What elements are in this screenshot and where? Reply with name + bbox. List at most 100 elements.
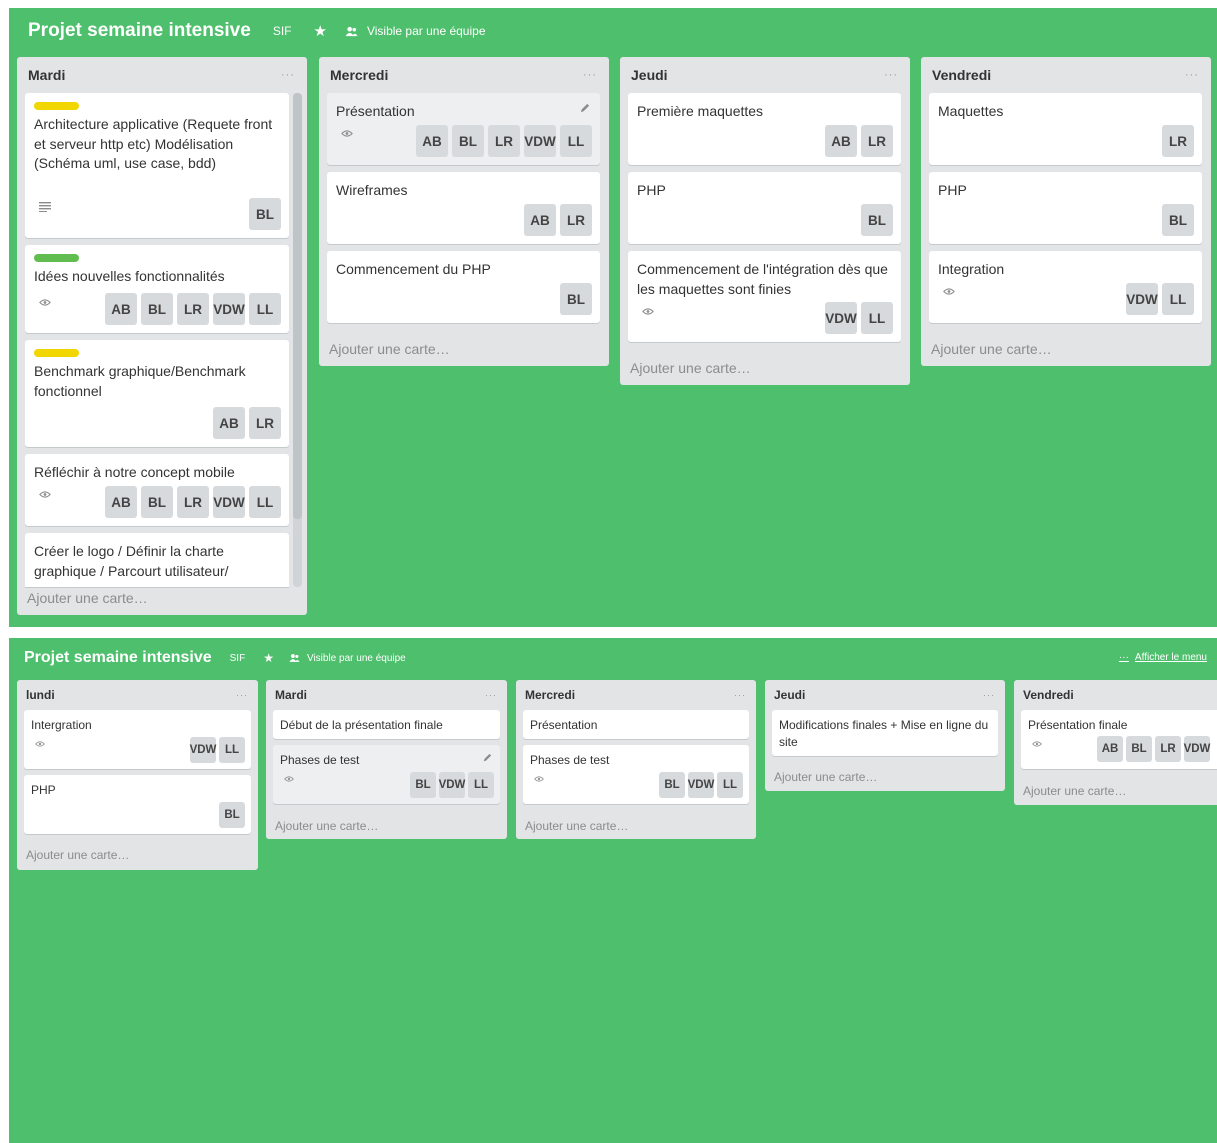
add-card-button[interactable]: Ajouter une carte… — [931, 341, 1052, 357]
member-avatar[interactable]: LR — [177, 293, 209, 325]
list-menu-icon[interactable]: ··· — [983, 690, 995, 700]
card[interactable]: Phases de test BL VDW LL — [273, 745, 500, 804]
member-avatar[interactable]: BL — [659, 772, 685, 798]
board-org-badge[interactable]: SIF — [273, 24, 292, 38]
list-title[interactable]: lundi — [26, 688, 55, 702]
member-avatar[interactable]: BL — [1126, 736, 1152, 762]
member-avatar[interactable]: VDW — [825, 302, 857, 334]
member-avatar[interactable]: LR — [249, 407, 281, 439]
add-card-button[interactable]: Ajouter une carte… — [1023, 784, 1126, 798]
list-menu-icon[interactable]: ··· — [485, 690, 497, 700]
visibility-button[interactable]: Visible par une équipe — [289, 653, 406, 664]
member-avatar[interactable]: BL — [861, 204, 893, 236]
list-menu-icon[interactable]: ··· — [734, 690, 746, 700]
card[interactable]: Maquettes LR — [929, 93, 1202, 165]
card[interactable]: Début de la présentation finale — [273, 710, 500, 739]
card[interactable]: Présentation — [523, 710, 749, 739]
card[interactable]: Wireframes AB LR — [327, 172, 600, 244]
card[interactable]: Phases de test BL VDW LL — [523, 745, 749, 804]
list-menu-icon[interactable]: ··· — [236, 690, 248, 700]
member-avatar[interactable]: LL — [468, 772, 494, 798]
card[interactable]: Intergration VDW LL — [24, 710, 251, 769]
card[interactable]: PHP BL — [929, 172, 1202, 244]
list-title[interactable]: Vendredi — [932, 67, 991, 83]
member-avatar[interactable]: AB — [105, 486, 137, 518]
scrollbar-thumb[interactable] — [293, 93, 302, 519]
member-avatar[interactable]: VDW — [688, 772, 714, 798]
member-avatar[interactable]: LR — [488, 125, 520, 157]
member-avatar[interactable]: VDW — [213, 293, 245, 325]
member-avatar[interactable]: LR — [177, 486, 209, 518]
member-avatar[interactable]: LL — [249, 486, 281, 518]
member-avatar[interactable]: BL — [249, 198, 281, 230]
card[interactable]: Modifications finales + Mise en ligne du… — [772, 710, 998, 756]
member-avatar[interactable]: LL — [717, 772, 743, 798]
member-avatar[interactable]: VDW — [1126, 283, 1158, 315]
member-avatar[interactable]: BL — [1162, 204, 1194, 236]
star-icon[interactable]: ★ — [263, 651, 274, 665]
add-card-button[interactable]: Ajouter une carte… — [27, 590, 148, 606]
member-avatar[interactable]: LR — [560, 204, 592, 236]
board-org-badge[interactable]: SIF — [230, 653, 246, 664]
list-title[interactable]: Mardi — [28, 67, 65, 83]
edit-pencil-icon[interactable] — [482, 753, 492, 763]
card[interactable]: Benchmark graphique/Benchmark fonctionne… — [25, 340, 289, 447]
add-card-button[interactable]: Ajouter une carte… — [774, 770, 877, 784]
member-avatar[interactable]: VDW — [190, 737, 216, 763]
card[interactable]: Idées nouvelles fonctionnalités AB BL LR… — [25, 245, 289, 333]
board-title[interactable]: Projet semaine intensive — [28, 20, 251, 42]
board-title[interactable]: Projet semaine intensive — [24, 649, 212, 667]
edit-pencil-icon[interactable] — [579, 103, 590, 114]
member-avatar[interactable]: BL — [410, 772, 436, 798]
member-avatar[interactable]: AB — [524, 204, 556, 236]
card[interactable]: PHP BL — [24, 775, 251, 834]
member-avatar[interactable]: LR — [1155, 736, 1181, 762]
member-avatar[interactable]: VDW — [1184, 736, 1210, 762]
member-avatar[interactable]: BL — [560, 283, 592, 315]
list-title[interactable]: Jeudi — [631, 67, 668, 83]
list-menu-icon[interactable]: ··· — [1185, 69, 1199, 81]
card[interactable]: Architecture applicative (Requete front … — [25, 93, 289, 238]
list-menu-icon[interactable]: ··· — [281, 69, 295, 81]
member-avatar[interactable]: LL — [861, 302, 893, 334]
member-avatar[interactable]: LR — [1162, 125, 1194, 157]
list-title[interactable]: Mardi — [275, 688, 307, 702]
add-card-button[interactable]: Ajouter une carte… — [26, 848, 129, 862]
star-icon[interactable]: ★ — [314, 22, 327, 40]
list-title[interactable]: Jeudi — [774, 688, 805, 702]
list-title[interactable]: Vendredi — [1023, 688, 1074, 702]
add-card-button[interactable]: Ajouter une carte… — [275, 819, 378, 833]
member-avatar[interactable]: VDW — [213, 486, 245, 518]
member-avatar[interactable]: VDW — [439, 772, 465, 798]
list-title[interactable]: Mercredi — [525, 688, 575, 702]
list-scrollbar[interactable] — [293, 93, 302, 587]
list-menu-icon[interactable]: ··· — [583, 69, 597, 81]
card[interactable]: Première maquettes AB LR — [628, 93, 901, 165]
member-avatar[interactable]: LL — [1162, 283, 1194, 315]
card[interactable]: Integration VDW LL — [929, 251, 1202, 323]
card[interactable]: Réfléchir à notre concept mobile AB BL L… — [25, 454, 289, 526]
member-avatar[interactable]: AB — [213, 407, 245, 439]
card[interactable]: Créer le logo / Définir la charte graphi… — [25, 533, 289, 587]
card[interactable]: Commencement du PHP BL — [327, 251, 600, 323]
member-avatar[interactable]: LL — [249, 293, 281, 325]
member-avatar[interactable]: BL — [141, 293, 173, 325]
member-avatar[interactable]: AB — [825, 125, 857, 157]
card[interactable]: Commencement de l'intégration dès que le… — [628, 251, 901, 342]
member-avatar[interactable]: LL — [219, 737, 245, 763]
show-menu-button[interactable]: ··· Afficher le menu — [1119, 652, 1207, 663]
member-avatar[interactable]: BL — [219, 802, 245, 828]
member-avatar[interactable]: AB — [1097, 736, 1123, 762]
member-avatar[interactable]: BL — [141, 486, 173, 518]
card[interactable]: PHP BL — [628, 172, 901, 244]
list-title[interactable]: Mercredi — [330, 67, 388, 83]
member-avatar[interactable]: VDW — [524, 125, 556, 157]
visibility-button[interactable]: Visible par une équipe — [345, 24, 486, 38]
add-card-button[interactable]: Ajouter une carte… — [329, 341, 450, 357]
list-menu-icon[interactable]: ··· — [884, 69, 898, 81]
member-avatar[interactable]: AB — [105, 293, 137, 325]
add-card-button[interactable]: Ajouter une carte… — [525, 819, 628, 833]
card[interactable]: Présentation AB BL LR VDW LL — [327, 93, 600, 165]
member-avatar[interactable]: LL — [560, 125, 592, 157]
member-avatar[interactable]: BL — [452, 125, 484, 157]
